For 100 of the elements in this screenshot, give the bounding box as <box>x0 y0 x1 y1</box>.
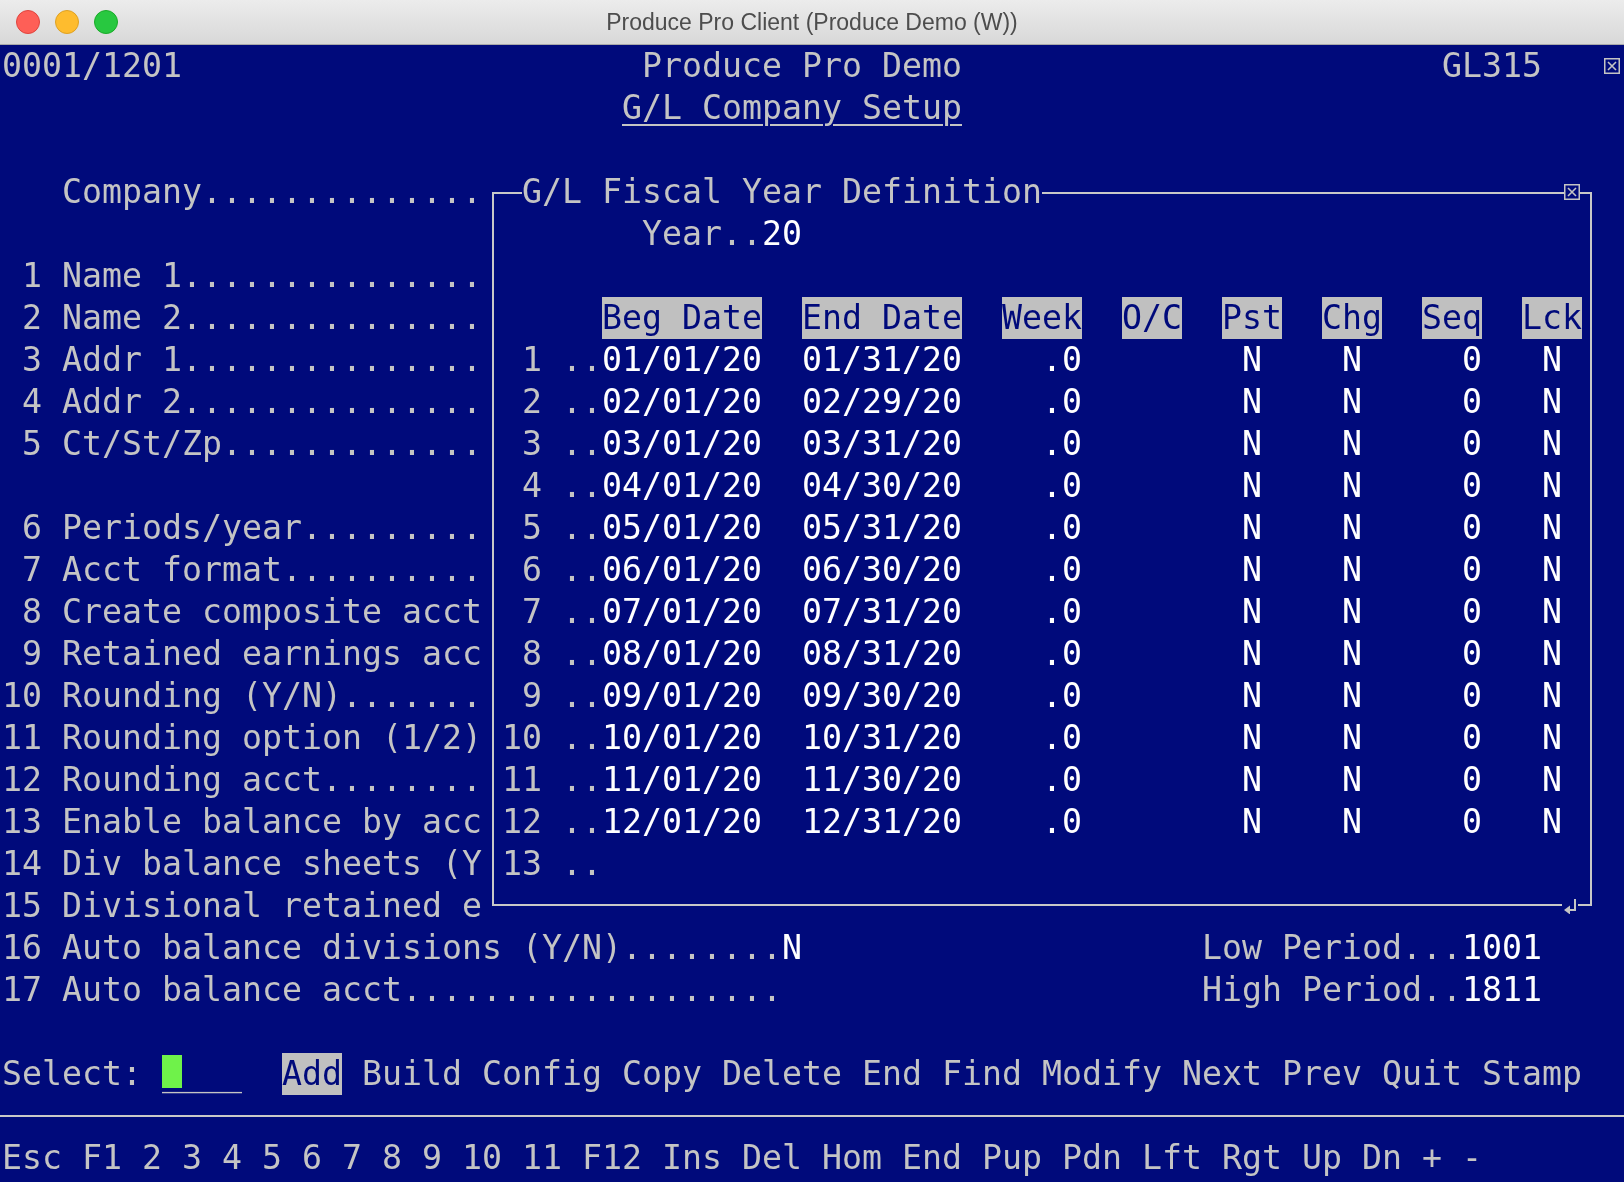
column-header: Pst <box>1222 297 1282 339</box>
menu-option[interactable]: Modify <box>1042 1053 1162 1095</box>
table-cell: N <box>1342 424 1362 463</box>
field-label: Addr 2............... <box>62 381 482 423</box>
function-key[interactable]: 11 <box>522 1137 562 1179</box>
maximize-icon[interactable] <box>94 10 118 34</box>
table-cell: N <box>1242 718 1262 757</box>
menu-option[interactable]: Delete <box>722 1053 842 1095</box>
menu-option[interactable]: Next <box>1182 1053 1262 1095</box>
table-cell: .0 <box>1042 634 1082 673</box>
window-title: Produce Pro Client (Produce Demo (W)) <box>606 8 1018 36</box>
function-key[interactable]: Dn <box>1362 1137 1402 1179</box>
table-cell: 10/01/20 <box>602 718 762 757</box>
field-label: Periods/year......... <box>62 507 482 549</box>
menu-option[interactable]: Quit <box>1382 1053 1462 1095</box>
period-number: 13 .. <box>502 844 602 883</box>
column-header: O/C <box>1122 297 1182 339</box>
table-cell: .0 <box>1042 424 1082 463</box>
table-cell: N <box>1342 592 1362 631</box>
function-key[interactable]: 3 <box>182 1137 202 1179</box>
table-cell: N <box>1542 802 1562 841</box>
field-label: Name 1............... <box>62 255 482 297</box>
function-key[interactable]: Ins <box>662 1137 722 1179</box>
table-cell: N <box>1342 718 1362 757</box>
function-key[interactable]: F12 <box>582 1137 642 1179</box>
field-label: Addr 1............... <box>62 339 482 381</box>
period-number: 9 .. <box>522 676 602 715</box>
select-label: Select: <box>2 1053 142 1095</box>
function-key[interactable]: Hom <box>822 1137 882 1179</box>
table-cell: N <box>1242 802 1262 841</box>
field-label: Rounding (Y/N)....... <box>62 675 482 717</box>
table-cell: N <box>1342 550 1362 589</box>
function-key[interactable]: Lft <box>1142 1137 1202 1179</box>
table-cell: N <box>1242 634 1262 673</box>
field-label: Div balance sheets (Y <box>62 843 482 885</box>
table-cell: 04/01/20 <box>602 466 762 505</box>
function-key[interactable]: 4 <box>222 1137 242 1179</box>
field-number: 17 <box>2 970 42 1009</box>
function-key[interactable]: 8 <box>382 1137 402 1179</box>
function-key[interactable]: 2 <box>142 1137 162 1179</box>
table-cell: 0 <box>1462 676 1482 715</box>
menu-option[interactable]: Prev <box>1282 1053 1362 1095</box>
menu-option[interactable]: Copy <box>622 1053 702 1095</box>
function-key[interactable]: 5 <box>262 1137 282 1179</box>
table-cell: N <box>1342 466 1362 505</box>
field-number: 11 <box>2 718 42 757</box>
table-cell: N <box>1242 550 1262 589</box>
field-label: Enable balance by acc <box>62 801 482 843</box>
menu-option[interactable]: Config <box>482 1053 602 1095</box>
table-cell: N <box>1542 550 1562 589</box>
function-key[interactable]: Esc <box>2 1137 62 1179</box>
table-cell: 07/01/20 <box>602 592 762 631</box>
table-cell: N <box>1542 592 1562 631</box>
function-key[interactable]: 7 <box>342 1137 362 1179</box>
period-number: 6 .. <box>522 550 602 589</box>
menu-option[interactable]: Find <box>942 1053 1022 1095</box>
table-cell: 0 <box>1462 382 1482 421</box>
minimize-icon[interactable] <box>55 10 79 34</box>
period-number: 8 .. <box>522 634 602 673</box>
table-cell: 0 <box>1462 592 1482 631</box>
menu-option[interactable]: Add <box>282 1053 342 1095</box>
select-field[interactable]: ____ <box>162 1053 242 1095</box>
function-key[interactable]: 9 <box>422 1137 442 1179</box>
table-cell: 0 <box>1462 508 1482 547</box>
table-cell: N <box>1342 508 1362 547</box>
close-icon[interactable] <box>1604 58 1620 74</box>
table-cell: N <box>1542 760 1562 799</box>
table-cell: 0 <box>1462 424 1482 463</box>
field-label: Rounding acct........ <box>62 759 482 801</box>
table-cell: N <box>1242 424 1262 463</box>
menu-option[interactable]: Stamp <box>1482 1053 1582 1095</box>
function-key[interactable]: - <box>1462 1137 1482 1179</box>
function-key[interactable]: Del <box>742 1137 802 1179</box>
close-icon[interactable] <box>1564 184 1580 200</box>
table-cell: .0 <box>1042 382 1082 421</box>
table-cell: 03/31/20 <box>802 424 962 463</box>
function-key[interactable]: 6 <box>302 1137 322 1179</box>
function-key[interactable]: + <box>1422 1137 1442 1179</box>
table-cell: 03/01/20 <box>602 424 762 463</box>
column-header: Chg <box>1322 297 1382 339</box>
field-label: Acct format.......... <box>62 549 482 591</box>
function-key[interactable]: End <box>902 1137 962 1179</box>
function-key[interactable]: 10 <box>462 1137 502 1179</box>
function-key[interactable]: Pdn <box>1062 1137 1122 1179</box>
table-cell: .0 <box>1042 802 1082 841</box>
table-cell: N <box>1342 676 1362 715</box>
table-cell: .0 <box>1042 760 1082 799</box>
function-key[interactable]: Up <box>1302 1137 1342 1179</box>
table-cell: N <box>1542 466 1562 505</box>
field-number: 13 <box>2 802 42 841</box>
table-cell: 01/31/20 <box>802 340 962 379</box>
table-cell: 05/01/20 <box>602 508 762 547</box>
table-cell: N <box>1542 718 1562 757</box>
menu-option[interactable]: Build <box>362 1053 462 1095</box>
menu-option[interactable]: End <box>862 1053 922 1095</box>
function-key[interactable]: Pup <box>982 1137 1042 1179</box>
table-cell: 12/31/20 <box>802 802 962 841</box>
function-key[interactable]: Rgt <box>1222 1137 1282 1179</box>
table-cell: 05/31/20 <box>802 508 962 547</box>
function-key[interactable]: F1 <box>82 1137 122 1179</box>
